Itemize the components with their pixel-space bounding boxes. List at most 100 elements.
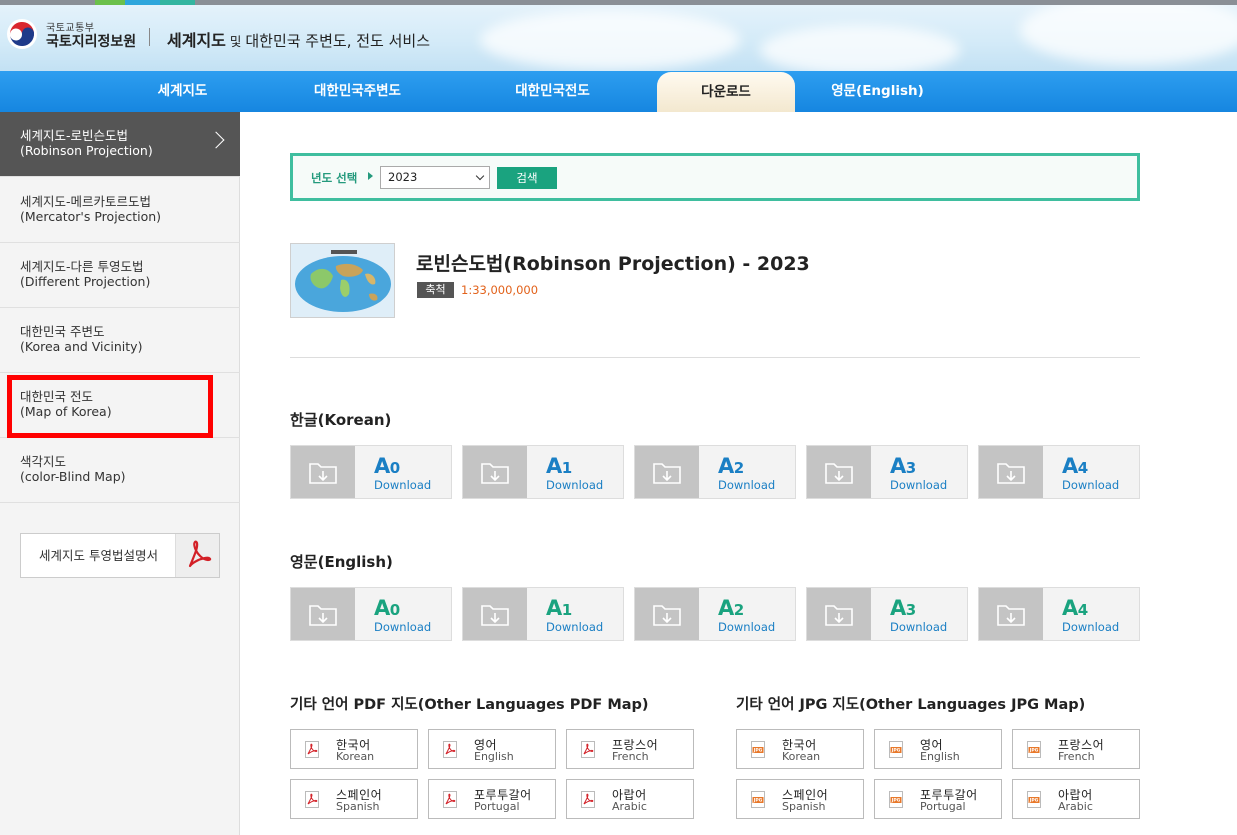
sidebar-item-robinson[interactable]: 세계지도-로빈슨도법 (Robinson Projection) [0,112,240,177]
korea-government-emblem-icon[interactable] [6,18,38,50]
svg-text:JPG: JPG [891,748,901,754]
map-thumbnail[interactable] [290,243,395,318]
download-label: Download [890,478,948,492]
download-label: Download [1062,620,1120,634]
sidebar: 세계지도-로빈슨도법 (Robinson Projection) 세계지도-메르… [0,112,240,835]
download-korean-a4-button[interactable]: A4 Download [978,445,1140,499]
projection-guide-pdf-button[interactable]: 세계지도 투영법설명서 [20,533,220,578]
other-jpg-korean-button[interactable]: JPG 한국어 Korean [736,729,864,769]
other-pdf-arabic-button[interactable]: 아랍어 Arabic [566,779,694,819]
folder-download-icon [979,446,1043,498]
language-en: Portugal [920,800,966,813]
paper-size: A3 [890,454,916,478]
download-label: Download [1062,478,1120,492]
language-en: Korean [336,750,375,763]
sidebar-item-different[interactable]: 세계지도-다른 투영도법 (Different Projection) [0,243,240,308]
language-en: Spanish [782,800,826,813]
other-pdf-english-button[interactable]: 영어 English [428,729,556,769]
language-en: Arabic [1058,800,1093,813]
folder-download-icon [635,446,699,498]
language-en: Arabic [612,800,647,813]
folder-download-icon [807,446,871,498]
sidebar-item-mercator[interactable]: 세계지도-메르카토르도법 (Mercator's Projection) [0,178,240,243]
year-select-value: 2023 [388,170,418,184]
folder-download-icon [807,588,871,640]
other-jpg-french-button[interactable]: JPG 프랑스어 French [1012,729,1140,769]
paper-size: A2 [718,454,744,478]
download-korean-a1-button[interactable]: A1 Download [462,445,624,499]
nav-download[interactable]: 다운로드 [657,72,795,112]
paper-size: A3 [890,596,916,620]
other-pdf-french-button[interactable]: 프랑스어 French [566,729,694,769]
chevron-down-icon [475,171,485,181]
paper-size: A0 [374,454,400,478]
download-label: Download [546,478,604,492]
folder-download-icon [463,446,527,498]
svg-text:JPG: JPG [1029,798,1039,804]
other-pdf-korean-button[interactable]: 한국어 Korean [290,729,418,769]
nav-english[interactable]: 영문(English) [815,71,940,112]
year-filter-bar: 년도 선택 2023 검색 [290,153,1140,201]
site-header: 국토교통부 국토지리정보원 세계지도 및 대한민국 주변도, 전도 서비스 [0,5,1237,71]
download-english-a1-button[interactable]: A1 Download [462,587,624,641]
scale-badge: 축척 [417,282,454,298]
download-label: Download [718,478,776,492]
svg-text:JPG: JPG [753,798,763,804]
sidebar-item-korea-vicinity[interactable]: 대한민국 주변도 (Korea and Vicinity) [0,308,240,373]
english-section-title: 영문(English) [290,553,393,571]
korean-section-title: 한글(Korean) [290,411,392,429]
svg-text:JPG: JPG [891,798,901,804]
service-title-bold: 세계지도 [167,31,226,50]
nav-korea-vicinity[interactable]: 대한민국주변도 [295,71,420,112]
org-name[interactable]: 국토지리정보원 [46,31,136,51]
svg-text:JPG: JPG [753,748,763,754]
sidebar-item-sublabel: (Different Projection) [20,274,151,289]
download-english-a4-button[interactable]: A4 Download [978,587,1140,641]
download-label: Download [890,620,948,634]
folder-download-icon [291,446,355,498]
download-english-a2-button[interactable]: A2 Download [634,587,796,641]
language-en: Korean [782,750,821,763]
download-english-a0-button[interactable]: A0 Download [290,587,452,641]
folder-download-icon [635,588,699,640]
sidebar-item-label: 세계지도-메르카토르도법 [20,194,152,209]
other-jpg-title: 기타 언어 JPG 지도(Other Languages JPG Map) [736,697,1086,713]
download-korean-a2-button[interactable]: A2 Download [634,445,796,499]
other-jpg-portugal-button[interactable]: JPG 포루투갈어 Portugal [874,779,1002,819]
scale-value: 1:33,000,000 [461,283,539,297]
highlight-box [7,375,213,438]
map-title: 로빈슨도법(Robinson Projection) - 2023 [416,253,810,275]
folder-download-icon [979,588,1043,640]
other-jpg-arabic-button[interactable]: JPG 아랍어 Arabic [1012,779,1140,819]
other-jpg-english-button[interactable]: JPG 영어 English [874,729,1002,769]
year-select[interactable]: 2023 [380,166,490,189]
paper-size: A0 [374,596,400,620]
acrobat-pdf-icon [175,534,219,577]
other-pdf-spanish-button[interactable]: 스페인어 Spanish [290,779,418,819]
download-korean-a3-button[interactable]: A3 Download [806,445,968,499]
download-english-a3-button[interactable]: A3 Download [806,587,968,641]
nav-world-map[interactable]: 세계지도 [125,71,240,112]
sidebar-item-label: 대한민국 주변도 [20,324,105,339]
language-en: Portugal [474,800,520,813]
sidebar-item-label: 색각지도 [20,454,67,469]
download-korean-a0-button[interactable]: A0 Download [290,445,452,499]
other-pdf-title: 기타 언어 PDF 지도(Other Languages PDF Map) [290,697,649,713]
paper-size: A1 [546,454,572,478]
service-title-rest: 대한민국 주변도, 전도 서비스 [245,32,431,50]
sidebar-item-sublabel: (Robinson Projection) [20,143,153,158]
language-en: French [1058,750,1095,763]
sidebar-item-sublabel: (color-Blind Map) [20,469,126,484]
sidebar-item-color-blind[interactable]: 색각지도 (color-Blind Map) [0,438,240,503]
service-title-connector: 및 [225,34,246,49]
sidebar-item-sublabel: (Korea and Vicinity) [20,339,143,354]
projection-guide-label: 세계지도 투영법설명서 [39,548,158,563]
search-button[interactable]: 검색 [497,167,557,189]
nav-korea-map[interactable]: 대한민국전도 [495,71,610,112]
other-jpg-spanish-button[interactable]: JPG 스페인어 Spanish [736,779,864,819]
header-divider [149,28,150,46]
other-pdf-portugal-button[interactable]: 포루투갈어 Portugal [428,779,556,819]
service-title: 세계지도 및 대한민국 주변도, 전도 서비스 [167,27,430,51]
folder-download-icon [291,588,355,640]
language-en: Spanish [336,800,380,813]
